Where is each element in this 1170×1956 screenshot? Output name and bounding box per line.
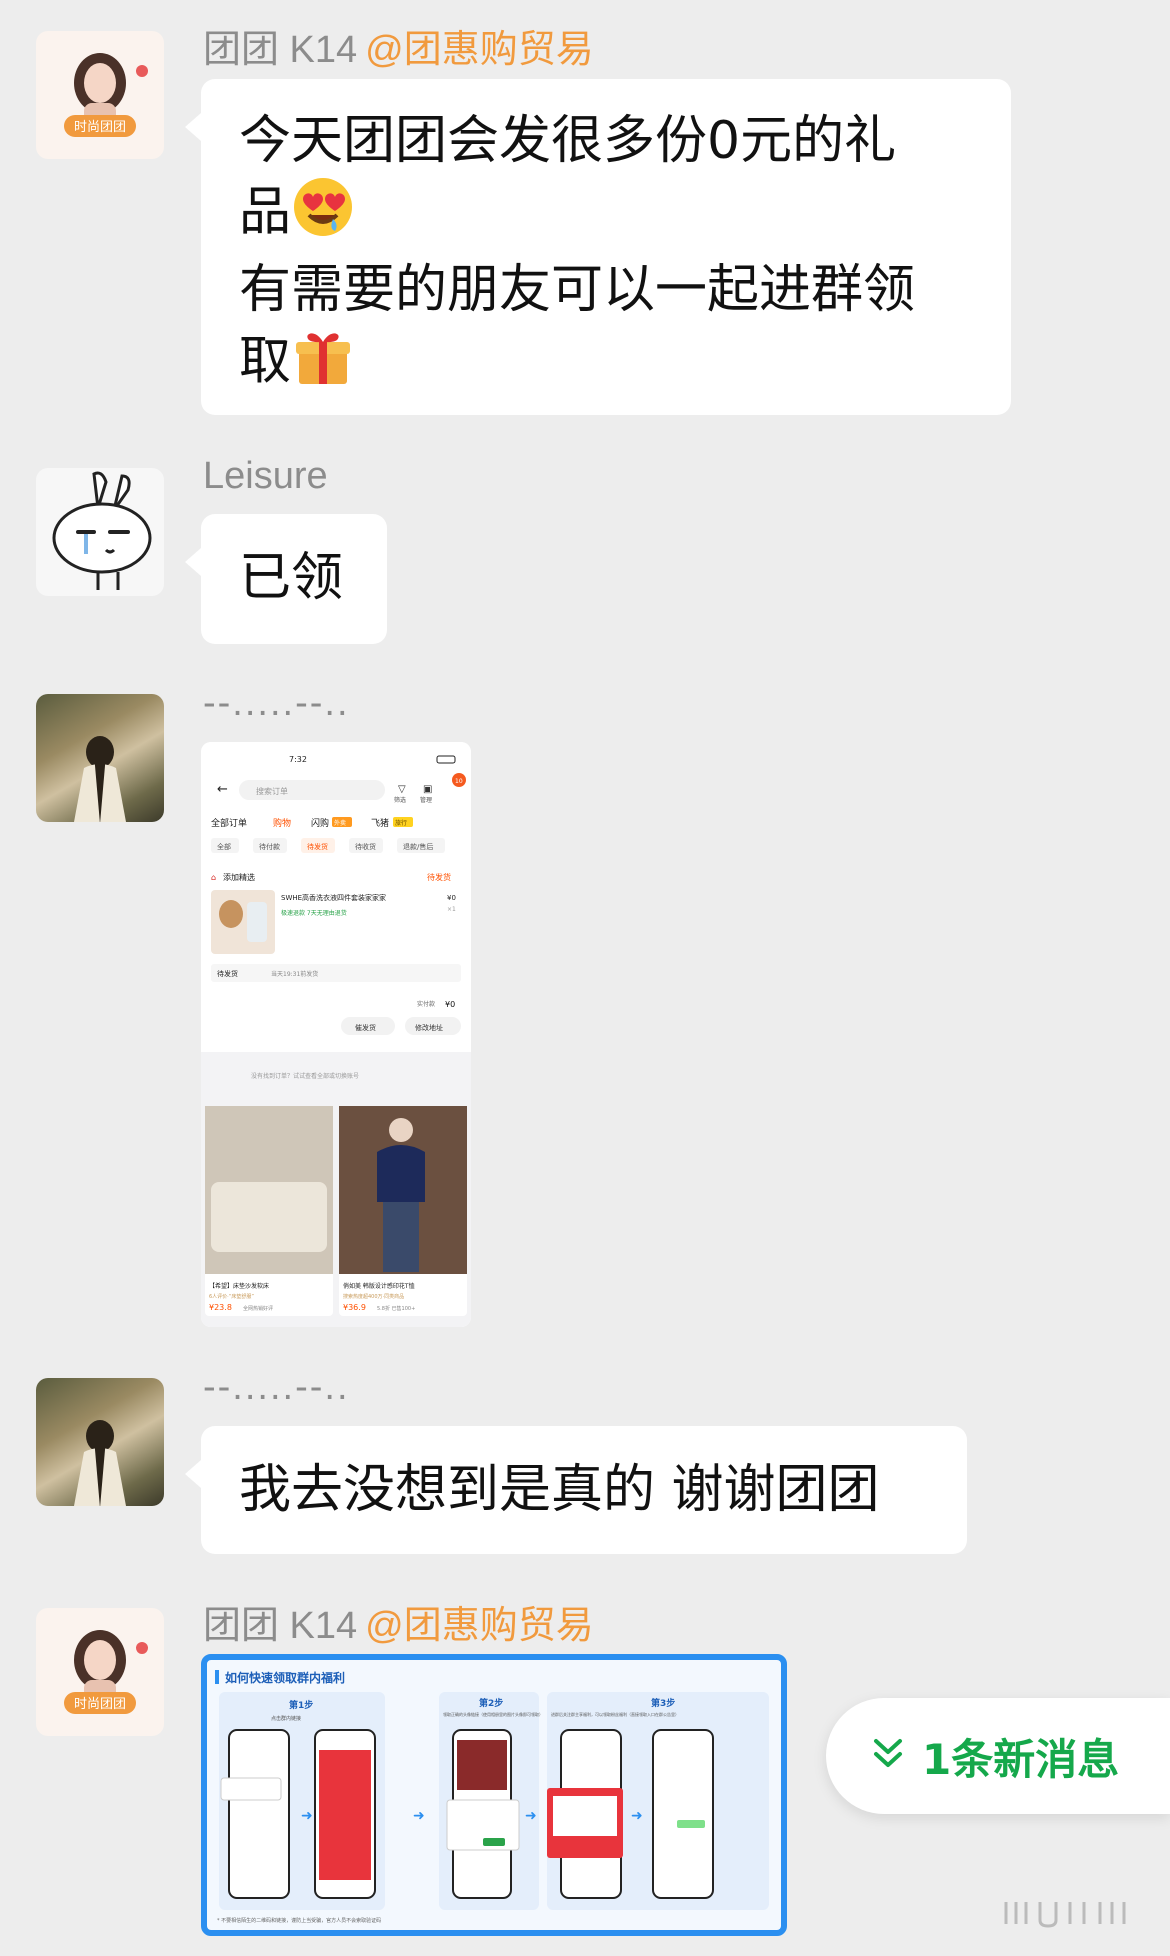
message-bubble[interactable]: 我去没想到是真的 谢谢团团: [185, 1426, 967, 1554]
status-time: 7:32: [289, 755, 307, 764]
svg-text:实付款: 实付款: [417, 1000, 435, 1008]
sender-name: --.....--..: [203, 1366, 350, 1408]
svg-text:¥0: ¥0: [447, 894, 456, 902]
svg-text:×1: ×1: [447, 906, 456, 913]
order-screenshot-image[interactable]: 7:32 ← 搜索订单 ▽ 筛选 ▣ 管理 10 全部订单 购物 闪购 外卖 飞…: [201, 742, 471, 1327]
sender-name: --.....--..: [203, 682, 350, 724]
svg-text:时尚团团: 时尚团团: [74, 120, 126, 135]
guide-image[interactable]: 如何快速领取群内福利 第1步 第2步 第3步 点击群内链接 领取正确的头像链接（…: [201, 1654, 787, 1936]
svg-text:待发货: 待发货: [427, 872, 451, 882]
svg-text:筛选: 筛选: [394, 796, 406, 804]
filter-icon: ▽: [398, 784, 406, 795]
guide-title: 如何快速领取群内福利: [225, 1670, 345, 1685]
svg-text:➜: ➜: [525, 1808, 537, 1824]
svg-text:进群后关注群主享福利，可以领取粉丝福利（直接领取入口在群公告: 进群后关注群主享福利，可以领取粉丝福利（直接领取入口在群公告里）: [551, 1711, 679, 1717]
svg-text:旅行: 旅行: [395, 819, 407, 827]
avatar[interactable]: 时尚团团: [36, 31, 164, 159]
message-bubble[interactable]: 已领: [185, 514, 387, 644]
avatar[interactable]: [36, 1378, 164, 1506]
svg-text:待发货: 待发货: [307, 842, 328, 851]
sender-name: 团团 K14 @团惠购贸易: [203, 1605, 594, 1647]
svg-text:➜: ➜: [413, 1808, 425, 1824]
svg-text:极速退款 7天无理由退货: 极速退款 7天无理由退货: [281, 909, 347, 917]
svg-text:时尚团团: 时尚团团: [74, 1697, 126, 1712]
svg-text:第2步: 第2步: [479, 1697, 503, 1709]
back-arrow-icon: ←: [217, 782, 228, 797]
sender-name: 团团 K14 @团惠购贸易: [203, 29, 594, 71]
svg-text:外卖: 外卖: [334, 819, 346, 827]
message-bubble[interactable]: 今天团团会发很多份0元的礼 品 有需要的朋友可以一起进群领 取: [185, 79, 1011, 415]
svg-text:第3步: 第3步: [651, 1697, 675, 1709]
heart-eyes-emoji: [291, 175, 355, 256]
avatar[interactable]: [36, 694, 164, 822]
svg-text:添加精选: 添加精选: [223, 872, 255, 882]
svg-text:全部: 全部: [217, 842, 231, 851]
svg-text:催发货: 催发货: [355, 1023, 376, 1032]
svg-text:➜: ➜: [631, 1808, 643, 1824]
svg-text:¥36.9: ¥36.9: [343, 1303, 366, 1312]
signal-watermark-icon: [1000, 1898, 1150, 1932]
message-line: 有需要的朋友可以一起进群领: [239, 260, 916, 320]
svg-text:待付款: 待付款: [259, 842, 280, 851]
svg-text:待发货: 待发货: [217, 969, 238, 978]
svg-text:¥0: ¥0: [445, 1000, 455, 1009]
svg-text:没有找到订单？试试查看全部或切换账号: 没有找到订单？试试查看全部或切换账号: [251, 1072, 359, 1080]
store-icon: ⌂: [211, 873, 216, 882]
svg-text:全部订单: 全部订单: [211, 817, 247, 829]
avatar[interactable]: 时尚团团: [36, 1608, 164, 1736]
svg-text:俏如美 韩版设计感印花T恤: 俏如美 韩版设计感印花T恤: [343, 1282, 415, 1290]
message-line: 品: [239, 182, 292, 243]
svg-text:管理: 管理: [420, 796, 432, 804]
guide-footer: * 不要相信陌生的二维码和链接，谨防上当受骗，官方人员不会索取验证码: [217, 1917, 381, 1924]
message-line: 今天团团会发很多份0元的礼: [239, 111, 897, 171]
svg-text:全网热销好评: 全网热销好评: [243, 1305, 273, 1312]
message-line: 取: [239, 331, 292, 392]
svg-text:➜: ➜: [301, 1808, 313, 1824]
svg-text:点击群内链接: 点击群内链接: [271, 1715, 301, 1722]
svg-text:退款/售后: 退款/售后: [403, 842, 433, 851]
sender-name: Leisure: [203, 455, 328, 497]
svg-text:10: 10: [455, 778, 463, 785]
svg-text:¥23.8: ¥23.8: [209, 1303, 232, 1312]
message-text: 已领: [239, 548, 344, 608]
svg-text:待收货: 待收货: [355, 842, 376, 851]
sender-tag: @团惠购贸易: [365, 1605, 594, 1647]
new-message-label: 1条新消息: [922, 1734, 1120, 1784]
svg-text:SWHE高香洗衣液四件套装家家家: SWHE高香洗衣液四件套装家家家: [281, 893, 386, 902]
chevron-double-down-icon: [870, 1732, 906, 1781]
manage-icon: ▣: [423, 784, 432, 795]
search-placeholder: 搜索订单: [256, 786, 288, 796]
new-message-button[interactable]: 1条新消息: [826, 1698, 1170, 1814]
svg-text:闪购: 闪购: [311, 817, 329, 829]
svg-text:5.8折 已售100+: 5.8折 已售100+: [377, 1305, 415, 1312]
svg-text:6人评价·“床垫舒服”: 6人评价·“床垫舒服”: [209, 1293, 254, 1300]
message-text: 我去没想到是真的 谢谢团团: [239, 1460, 880, 1520]
svg-text:飞猪: 飞猪: [371, 817, 389, 829]
svg-text:搜索热度超400万·同类商品: 搜索热度超400万·同类商品: [343, 1293, 404, 1300]
svg-text:【希望】床垫沙发软床: 【希望】床垫沙发软床: [209, 1282, 269, 1290]
svg-text:第1步: 第1步: [289, 1699, 313, 1711]
gift-emoji: [291, 324, 355, 405]
svg-text:领取正确的头像链接（使用相册里的图片头像即可领取）: 领取正确的头像链接（使用相册里的图片头像即可领取）: [443, 1711, 543, 1717]
sender-tag: @团惠购贸易: [365, 29, 594, 71]
svg-text:修改地址: 修改地址: [415, 1023, 443, 1032]
svg-text:当天19:31前发货: 当天19:31前发货: [271, 970, 318, 978]
avatar[interactable]: [36, 468, 164, 596]
svg-text:购物: 购物: [273, 817, 291, 829]
